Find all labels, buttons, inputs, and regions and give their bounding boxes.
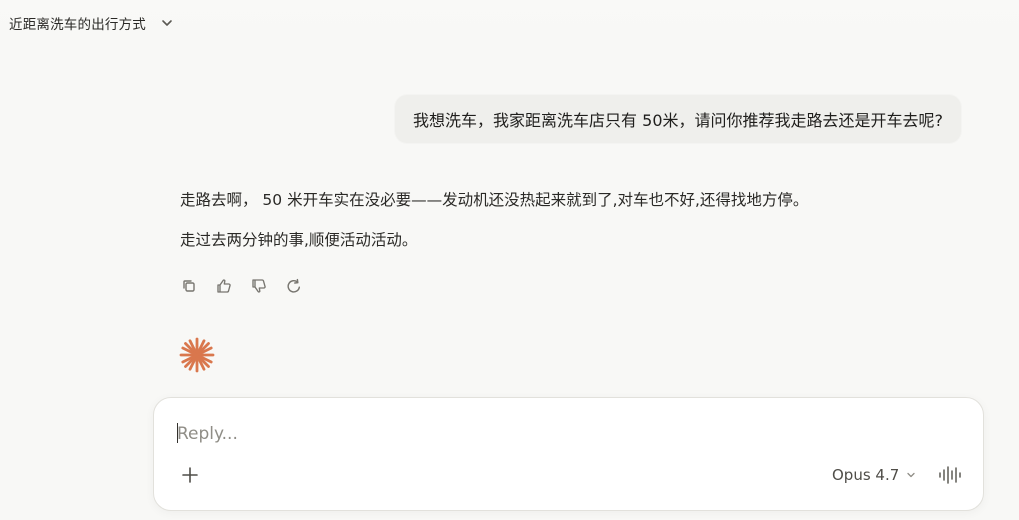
copy-icon[interactable] <box>179 276 199 296</box>
thumbs-up-icon[interactable] <box>214 276 234 296</box>
retry-icon[interactable] <box>284 276 304 296</box>
model-label: Opus 4.7 <box>832 466 900 484</box>
text-cursor <box>177 423 178 443</box>
chevron-down-icon <box>160 16 174 30</box>
chevron-down-icon <box>905 469 917 481</box>
user-message-bubble: 我想洗车，我家距离洗车店只有 50米，请问你推荐我走路去还是开车去呢? <box>395 95 961 143</box>
reply-input[interactable] <box>177 421 957 447</box>
message-actions <box>179 276 304 296</box>
user-message-text: 我想洗车，我家距离洗车店只有 50米，请问你推荐我走路去还是开车去呢? <box>413 111 943 130</box>
plus-icon[interactable] <box>180 465 200 485</box>
assistant-message-line: 走路去啊， 50 米开车实在没必要——发动机还没热起来就到了,对车也不好,还得找… <box>180 191 809 209</box>
conversation-title-menu[interactable]: 近距离洗车的出行方式 <box>9 13 174 33</box>
model-selector[interactable]: Opus 4.7 <box>832 466 917 484</box>
spark-icon <box>178 336 216 374</box>
assistant-message-line: 走过去两分钟的事,顺便活动活动。 <box>180 231 418 249</box>
thumbs-down-icon[interactable] <box>249 276 269 296</box>
voice-waveform-icon[interactable] <box>938 465 962 485</box>
top-header: 近距离洗车的出行方式 <box>0 0 1019 48</box>
assistant-message: 走路去啊， 50 米开车实在没必要——发动机还没热起来就到了,对车也不好,还得找… <box>180 188 940 252</box>
reply-composer: Opus 4.7 <box>153 397 984 511</box>
conversation-title: 近距离洗车的出行方式 <box>9 17 146 33</box>
